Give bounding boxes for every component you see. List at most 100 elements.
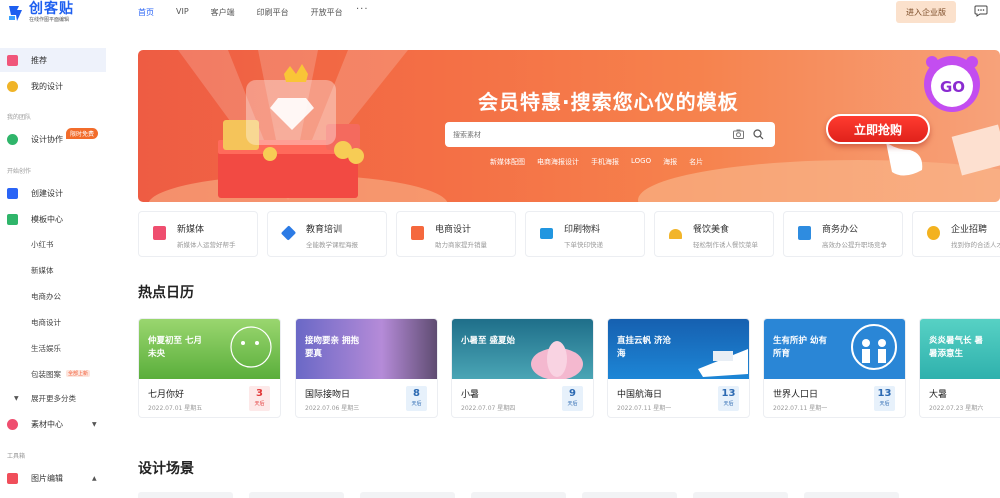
top-nav-bar: 创客贴 在线作图平面编辑 首页 VIP 客户端 印刷平台 开放平台 ··· 进入… bbox=[0, 0, 1000, 28]
category-card[interactable]: 餐饮美食 轻松制作诱人餐饮菜单 bbox=[654, 211, 774, 257]
sidebar-item-label: 推荐 bbox=[31, 55, 47, 65]
sidebar-item-my-design[interactable]: 我的设计 bbox=[0, 74, 106, 98]
calendar-card[interactable]: 仲夏初至 七月未央 七月你好 2022.07.01 星期五 3 天后 bbox=[138, 318, 281, 418]
logo-slogan: 在线作图平面编辑 bbox=[29, 17, 70, 23]
template-sub-xiaohongshu[interactable]: 小红书 bbox=[31, 239, 54, 250]
main-nav: 首页 VIP 客户端 印刷平台 开放平台 bbox=[138, 7, 365, 18]
category-title: 电商设计 bbox=[435, 225, 472, 235]
days-countdown-badge: 3 天后 bbox=[249, 386, 270, 411]
template-sub-ecommerce-office[interactable]: 电商办公 bbox=[31, 291, 61, 302]
scene-card[interactable] bbox=[360, 492, 455, 498]
show-more-categories[interactable]: 展开更多分类 bbox=[31, 393, 76, 404]
scene-card[interactable] bbox=[582, 492, 677, 498]
food-icon bbox=[669, 229, 682, 239]
days-countdown-badge: 13 天后 bbox=[874, 386, 895, 411]
category-subtitle: 找到你的合适人才 bbox=[951, 241, 1000, 249]
hot-word[interactable]: 手机海报 bbox=[591, 157, 619, 167]
category-subtitle: 下单快印快递 bbox=[564, 241, 603, 249]
scene-card[interactable] bbox=[249, 492, 344, 498]
hot-word[interactable]: 新媒体配图 bbox=[490, 157, 525, 167]
template-sub-packaging[interactable]: 包装图案 bbox=[31, 369, 61, 380]
nav-vip[interactable]: VIP bbox=[176, 7, 189, 18]
category-subtitle: 新媒体人运营好帮手 bbox=[177, 241, 236, 249]
new-media-icon bbox=[153, 226, 166, 240]
calendar-card[interactable]: 炎炎暑气长 暑暑添意生 大暑 2022.07.23 星期六 bbox=[919, 318, 1000, 418]
section-title-calendar: 热点日历 bbox=[138, 285, 194, 301]
section-title-scenes: 设计场景 bbox=[138, 461, 194, 477]
chevron-up-icon[interactable]: ▲ bbox=[92, 475, 97, 482]
buy-now-button[interactable]: 立即抢购 bbox=[826, 114, 930, 144]
camera-search-icon[interactable] bbox=[733, 129, 744, 139]
hot-word[interactable]: 电商海报设计 bbox=[537, 157, 579, 167]
scene-card[interactable] bbox=[804, 492, 899, 498]
scene-card[interactable] bbox=[138, 492, 233, 498]
logo[interactable]: 创客贴 在线作图平面编辑 bbox=[6, 2, 74, 24]
banner-search-input[interactable] bbox=[445, 122, 775, 147]
nav-open-platform[interactable]: 开放平台 bbox=[311, 7, 343, 18]
material-icon bbox=[7, 418, 18, 430]
category-card[interactable]: 印刷物料 下单快印快递 bbox=[525, 211, 645, 257]
scene-card[interactable] bbox=[693, 492, 788, 498]
calendar-image-text: 直挂云帆 济沧海 bbox=[617, 336, 671, 359]
category-title: 企业招聘 bbox=[951, 225, 988, 235]
category-card[interactable]: 电商设计 助力商家提升销量 bbox=[396, 211, 516, 257]
category-subtitle: 轻松制作诱人餐饮菜单 bbox=[693, 241, 758, 249]
sidebar-group-create: 开始创作 bbox=[7, 168, 32, 175]
calendar-name: 小暑 bbox=[461, 390, 480, 400]
caret-down-icon[interactable]: ▼ bbox=[14, 395, 19, 402]
category-card[interactable]: 企业招聘 找到你的合适人才 bbox=[912, 211, 1000, 257]
calendar-card[interactable]: 小暑至 盛夏始 小暑 2022.07.07 星期四 9 天后 bbox=[451, 318, 594, 418]
category-subtitle: 全能教学课程海报 bbox=[306, 241, 358, 249]
sidebar-item-label: 模板中心 bbox=[31, 214, 63, 224]
template-sub-life[interactable]: 生活娱乐 bbox=[31, 343, 61, 354]
new-badge: 全部上新 bbox=[66, 370, 91, 377]
category-subtitle: 高效办公提升职场竞争 bbox=[822, 241, 887, 249]
sidebar-item-label: 创建设计 bbox=[31, 188, 63, 198]
category-title: 餐饮美食 bbox=[693, 225, 730, 235]
days-countdown-badge: 13 天后 bbox=[718, 386, 739, 411]
category-card[interactable]: 商务办公 高效办公提升职场竞争 bbox=[783, 211, 903, 257]
calendar-image-text: 生有所护 幼有所育 bbox=[773, 336, 827, 359]
calendar-card[interactable]: 接吻要亲 拥抱要真 国际接吻日 2022.07.06 星期三 8 天后 bbox=[295, 318, 438, 418]
category-title: 印刷物料 bbox=[564, 225, 601, 235]
nav-home[interactable]: 首页 bbox=[138, 7, 154, 18]
hot-word[interactable]: 海报 bbox=[663, 157, 677, 167]
days-countdown-badge: 9 天后 bbox=[562, 386, 583, 411]
image-edit-icon bbox=[7, 472, 18, 484]
calendar-name: 国际接吻日 bbox=[305, 390, 351, 400]
category-title: 商务办公 bbox=[822, 225, 859, 235]
calendar-card[interactable]: 直挂云帆 济沧海 中国航海日 2022.07.11 星期一 13 天后 bbox=[607, 318, 750, 418]
nav-print[interactable]: 印刷平台 bbox=[257, 7, 289, 18]
hot-word[interactable]: LOGO bbox=[631, 157, 651, 167]
enter-enterprise-button[interactable]: 进入企业版 bbox=[896, 1, 956, 23]
scene-card[interactable] bbox=[471, 492, 566, 498]
template-sub-ecommerce-design[interactable]: 电商设计 bbox=[31, 317, 61, 328]
sidebar-group-tools: 工具箱 bbox=[7, 453, 26, 460]
sidebar-item-create-design[interactable]: 创建设计 bbox=[0, 181, 106, 205]
collab-icon bbox=[7, 133, 18, 145]
category-card[interactable]: 教育培训 全能教学课程海报 bbox=[267, 211, 387, 257]
sidebar-item-image-edit[interactable]: 图片编辑 bbox=[0, 466, 106, 490]
sidebar-item-material-center[interactable]: 素材中心 bbox=[0, 412, 106, 436]
limited-free-badge: 限时免费 bbox=[66, 128, 99, 139]
message-icon[interactable] bbox=[974, 5, 988, 17]
calendar-name: 中国航海日 bbox=[617, 390, 663, 400]
sidebar-item-recommend[interactable]: 推荐 bbox=[0, 48, 106, 72]
chevron-down-icon[interactable]: ▼ bbox=[92, 421, 97, 428]
nav-client[interactable]: 客户端 bbox=[211, 7, 235, 18]
sidebar: 推荐 我的设计 我的团队 设计协作 限时免费 开始创作 创建设计 模板中心 小红… bbox=[0, 46, 108, 498]
category-row: 新媒体 新媒体人运营好帮手 教育培训 全能教学课程海报 电商设计 助力商家提升销… bbox=[138, 211, 1000, 257]
template-sub-new-media[interactable]: 新媒体 bbox=[31, 265, 54, 276]
nav-more-icon[interactable]: ··· bbox=[356, 4, 369, 15]
shopping-bag-icon bbox=[411, 226, 424, 240]
hot-word[interactable]: 名片 bbox=[689, 157, 703, 167]
promo-banner[interactable]: GO 会员特惠·搜索您心仪的模板 新媒体配图 电商海报设计 手机海报 LOGO … bbox=[138, 50, 1000, 202]
hot-search-words: 新媒体配图 电商海报设计 手机海报 LOGO 海报 名片 bbox=[490, 157, 715, 167]
calendar-card[interactable]: 生有所护 幼有所育 世界人口日 2022.07.11 星期一 13 天后 bbox=[763, 318, 906, 418]
category-card[interactable]: 新媒体 新媒体人运营好帮手 bbox=[138, 211, 258, 257]
calendar-date: 2022.07.11 星期一 bbox=[617, 405, 672, 412]
sidebar-item-template-center[interactable]: 模板中心 bbox=[0, 207, 106, 231]
thumbs-up-icon bbox=[7, 54, 18, 66]
office-icon bbox=[798, 226, 811, 240]
search-icon[interactable] bbox=[753, 129, 764, 140]
